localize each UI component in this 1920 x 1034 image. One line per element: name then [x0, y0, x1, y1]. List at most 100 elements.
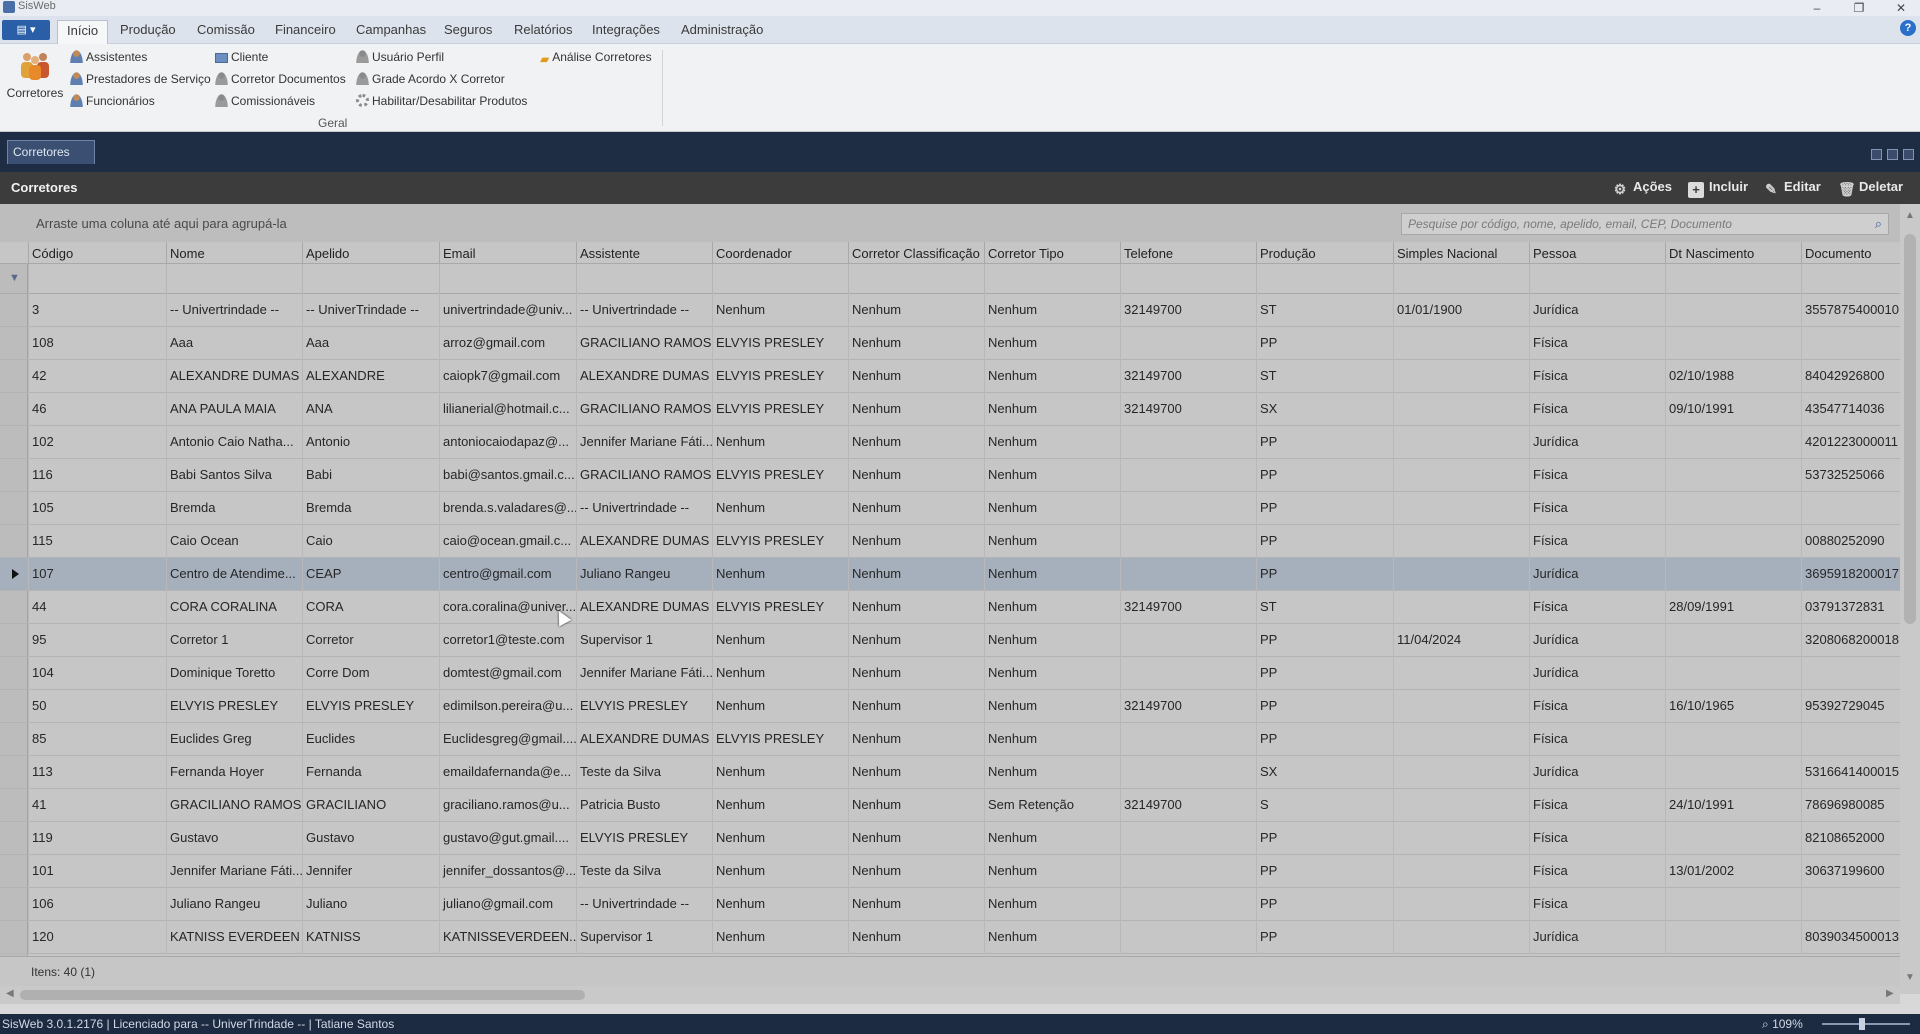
- cell-pessoa[interactable]: Física: [1529, 459, 1665, 492]
- cell-producao[interactable]: PP: [1256, 459, 1393, 492]
- cell-classificacao[interactable]: Nenhum: [848, 789, 984, 822]
- cell-producao[interactable]: PP: [1256, 426, 1393, 459]
- table-row[interactable]: 46 ANA PAULA MAIA ANA lilianerial@hotmail.c…: [0, 393, 1900, 426]
- cell-codigo[interactable]: 41: [28, 789, 166, 822]
- cell-dt-nascimento[interactable]: [1665, 657, 1801, 690]
- cell-telefone[interactable]: [1120, 888, 1256, 921]
- cell-telefone[interactable]: [1120, 492, 1256, 525]
- cell-coordenador[interactable]: Nenhum: [712, 756, 848, 789]
- include-button[interactable]: + Incluir: [1688, 179, 1748, 198]
- cell-simples-nacional[interactable]: [1393, 756, 1529, 789]
- auto-filter-row[interactable]: [0, 264, 1900, 294]
- cell-pessoa[interactable]: Jurídica: [1529, 756, 1665, 789]
- cell-classificacao[interactable]: Nenhum: [848, 360, 984, 393]
- cell-classificacao[interactable]: Nenhum: [848, 822, 984, 855]
- cell-pessoa[interactable]: Jurídica: [1529, 921, 1665, 954]
- cell-assistente[interactable]: Patricia Busto: [576, 789, 712, 822]
- filter-cell-documento[interactable]: [1801, 264, 1900, 294]
- horizontal-scrollbar[interactable]: ◀ ▶: [0, 986, 1900, 1004]
- cell-documento[interactable]: 3557875400010: [1801, 294, 1900, 327]
- cell-pessoa[interactable]: Física: [1529, 789, 1665, 822]
- cell-email[interactable]: arroz@gmail.com: [439, 327, 576, 360]
- restore-button[interactable]: ❐: [1842, 0, 1876, 16]
- cell-assistente[interactable]: ALEXANDRE DUMAS: [576, 525, 712, 558]
- ribbon-item-assistentes[interactable]: Assistentes: [70, 50, 147, 64]
- zoom-slider[interactable]: [1822, 1023, 1910, 1025]
- cell-documento[interactable]: 43547714036: [1801, 393, 1900, 426]
- cell-simples-nacional[interactable]: [1393, 657, 1529, 690]
- cell-classificacao[interactable]: Nenhum: [848, 459, 984, 492]
- cell-producao[interactable]: PP: [1256, 888, 1393, 921]
- cell-coordenador[interactable]: Nenhum: [712, 855, 848, 888]
- cell-assistente[interactable]: GRACILIANO RAMOS: [576, 459, 712, 492]
- table-row[interactable]: 42 ALEXANDRE DUMAS ALEXANDRE caiopk7@gmail.…: [0, 360, 1900, 393]
- cell-documento[interactable]: 5316641400015: [1801, 756, 1900, 789]
- cell-pessoa[interactable]: Física: [1529, 327, 1665, 360]
- column-header-simples-nacional[interactable]: Simples Nacional: [1393, 242, 1529, 264]
- cell-email[interactable]: caiopk7@gmail.com: [439, 360, 576, 393]
- cell-nome[interactable]: Jennifer Mariane Fáti...: [166, 855, 302, 888]
- cell-tipo[interactable]: Nenhum: [984, 591, 1120, 624]
- cell-codigo[interactable]: 95: [28, 624, 166, 657]
- cell-apelido[interactable]: Juliano: [302, 888, 439, 921]
- filter-cell-telefone[interactable]: [1120, 264, 1256, 294]
- cell-nome[interactable]: Euclides Greg: [166, 723, 302, 756]
- cell-pessoa[interactable]: Jurídica: [1529, 657, 1665, 690]
- edit-button[interactable]: ✎ Editar: [1763, 179, 1821, 197]
- cell-classificacao[interactable]: Nenhum: [848, 756, 984, 789]
- cell-codigo[interactable]: 120: [28, 921, 166, 954]
- cell-coordenador[interactable]: Nenhum: [712, 921, 848, 954]
- filter-cell-assistente[interactable]: [576, 264, 712, 294]
- cell-producao[interactable]: PP: [1256, 723, 1393, 756]
- cell-codigo[interactable]: 104: [28, 657, 166, 690]
- column-header-apelido[interactable]: Apelido: [302, 242, 439, 264]
- cell-telefone[interactable]: [1120, 657, 1256, 690]
- table-row[interactable]: 106 Juliano Rangeu Juliano juliano@gmail.co…: [0, 888, 1900, 921]
- cell-email[interactable]: Euclidesgreg@gmail....: [439, 723, 576, 756]
- table-row[interactable]: 120 KATNISS EVERDEEN KATNISS KATNISSEVERDEE…: [0, 921, 1900, 954]
- cell-nome[interactable]: -- Univertrindade --: [166, 294, 302, 327]
- cell-email[interactable]: juliano@gmail.com: [439, 888, 576, 921]
- cell-simples-nacional[interactable]: [1393, 426, 1529, 459]
- ribbon-item-habilitar-produtos[interactable]: Habilitar/Desabilitar Produtos: [356, 94, 527, 108]
- cell-telefone[interactable]: [1120, 426, 1256, 459]
- cell-simples-nacional[interactable]: [1393, 855, 1529, 888]
- cell-documento[interactable]: 4201223000011: [1801, 426, 1900, 459]
- cell-nome[interactable]: ANA PAULA MAIA: [166, 393, 302, 426]
- cell-nome[interactable]: Aaa: [166, 327, 302, 360]
- filter-icon[interactable]: ▼: [9, 272, 20, 284]
- cell-codigo[interactable]: 42: [28, 360, 166, 393]
- cell-coordenador[interactable]: ELVYIS PRESLEY: [712, 723, 848, 756]
- cell-nome[interactable]: CORA CORALINA: [166, 591, 302, 624]
- cell-assistente[interactable]: ALEXANDRE DUMAS: [576, 360, 712, 393]
- cell-coordenador[interactable]: ELVYIS PRESLEY: [712, 525, 848, 558]
- cell-tipo[interactable]: Nenhum: [984, 624, 1120, 657]
- tab-campanhas[interactable]: Campanhas: [356, 22, 426, 37]
- cell-email[interactable]: gustavo@gut.gmail....: [439, 822, 576, 855]
- cell-telefone[interactable]: [1120, 624, 1256, 657]
- scroll-right-icon[interactable]: ▶: [1886, 988, 1894, 999]
- cell-coordenador[interactable]: Nenhum: [712, 294, 848, 327]
- cell-tipo[interactable]: Nenhum: [984, 525, 1120, 558]
- cell-telefone[interactable]: [1120, 921, 1256, 954]
- cell-tipo[interactable]: Nenhum: [984, 756, 1120, 789]
- column-header-classificacao[interactable]: Corretor Classificação: [848, 242, 984, 264]
- cell-email[interactable]: jennifer_dossantos@...: [439, 855, 576, 888]
- table-row[interactable]: 104 Dominique Toretto Corre Dom domtest@gma…: [0, 657, 1900, 690]
- cell-apelido[interactable]: ELVYIS PRESLEY: [302, 690, 439, 723]
- window-list-icon[interactable]: [1903, 149, 1914, 160]
- cell-assistente[interactable]: -- Univertrindade --: [576, 888, 712, 921]
- cell-dt-nascimento[interactable]: [1665, 822, 1801, 855]
- cell-tipo[interactable]: Nenhum: [984, 360, 1120, 393]
- cell-telefone[interactable]: [1120, 756, 1256, 789]
- cell-assistente[interactable]: -- Univertrindade --: [576, 294, 712, 327]
- cell-apelido[interactable]: CEAP: [302, 558, 439, 591]
- cell-apelido[interactable]: ANA: [302, 393, 439, 426]
- column-header-codigo[interactable]: Código: [28, 242, 166, 264]
- cell-documento[interactable]: 82108652000: [1801, 822, 1900, 855]
- scroll-thumb[interactable]: [1904, 234, 1916, 624]
- tab-inicio[interactable]: Início: [57, 20, 109, 44]
- cell-pessoa[interactable]: Física: [1529, 822, 1665, 855]
- scroll-right-icon[interactable]: [1887, 149, 1898, 160]
- cell-assistente[interactable]: ALEXANDRE DUMAS: [576, 723, 712, 756]
